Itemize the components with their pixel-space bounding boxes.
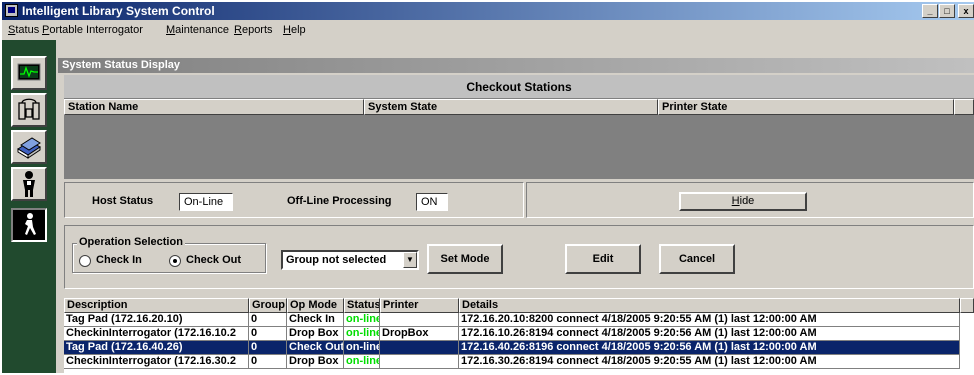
- row-details: 172.16.10.26:8194 connect 4/18/2005 9:20…: [459, 327, 960, 341]
- app-icon: [5, 4, 18, 17]
- section-title: Checkout Stations: [64, 75, 974, 99]
- row-op-mode: Check In: [287, 313, 344, 327]
- title-bar[interactable]: Intelligent Library System Control _ □ x: [2, 2, 974, 20]
- row-group: 0: [249, 355, 287, 369]
- check-out-radio[interactable]: [169, 255, 181, 267]
- row-description: CheckinInterrogator (172.16.10.2: [64, 327, 249, 341]
- row-details: 172.16.40.26:8196 connect 4/18/2005 9:20…: [459, 341, 960, 355]
- column-printer[interactable]: Printer: [380, 298, 459, 313]
- station-table[interactable]: Station Name System State Printer State: [64, 99, 974, 179]
- check-out-label[interactable]: Check Out: [186, 254, 241, 266]
- row-details: 172.16.30.26:8194 connect 4/18/2005 9:20…: [459, 355, 960, 369]
- column-status[interactable]: Status: [344, 298, 380, 313]
- row-printer: [380, 313, 459, 327]
- column-station-name[interactable]: Station Name: [64, 99, 364, 115]
- person-icon: [23, 171, 35, 197]
- host-status-field: On-Line: [179, 193, 233, 211]
- row-op-mode: Drop Box: [287, 355, 344, 369]
- offline-processing-field: ON: [416, 193, 448, 211]
- group-select-value: Group not selected: [286, 254, 387, 266]
- close-button[interactable]: x: [958, 4, 974, 18]
- row-description: CheckinInterrogator (172.16.30.2: [64, 355, 249, 369]
- walking-person-icon: [25, 213, 36, 235]
- set-mode-button[interactable]: Set Mode: [427, 244, 503, 274]
- column-filler: [954, 99, 974, 115]
- operation-panel: Operation Selection Check In Check Out G…: [64, 225, 974, 289]
- row-group: 0: [249, 313, 287, 327]
- check-in-label[interactable]: Check In: [96, 254, 142, 266]
- row-description: Tag Pad (172.16.20.10): [64, 313, 249, 327]
- menu-maintenance[interactable]: Maintenance: [166, 24, 229, 36]
- host-status-label: Host Status: [92, 195, 154, 207]
- group-select[interactable]: Group not selected ▼: [281, 250, 419, 270]
- column-description[interactable]: Description: [64, 298, 249, 313]
- column-details[interactable]: Details: [459, 298, 960, 313]
- sidebar-books-button[interactable]: [11, 130, 47, 164]
- menu-portable-interrogator[interactable]: Portable Interrogator: [42, 24, 143, 36]
- sidebar-walking-person-button[interactable]: [11, 208, 47, 242]
- column-system-state[interactable]: System State: [364, 99, 658, 115]
- hide-button[interactable]: Hide: [679, 192, 807, 211]
- device-list[interactable]: Description Group Op Mode Status Printer…: [64, 298, 974, 375]
- menu-reports[interactable]: Reports: [234, 24, 273, 36]
- window-title: Intelligent Library System Control: [22, 4, 215, 18]
- maximize-button[interactable]: □: [939, 4, 955, 18]
- sidebar: [2, 40, 56, 373]
- row-status: on-line: [344, 313, 380, 327]
- row-printer: DropBox: [380, 327, 459, 341]
- row-details: 172.16.20.10:8200 connect 4/18/2005 9:20…: [459, 313, 960, 327]
- sidebar-person-button[interactable]: [11, 167, 47, 201]
- sidebar-interrogator-button[interactable]: [11, 93, 47, 127]
- system-status-title: System Status Display: [62, 59, 180, 71]
- row-printer: [380, 341, 459, 355]
- operation-selection-label: Operation Selection: [77, 236, 185, 248]
- table-row-selected[interactable]: Tag Pad (172.16.40.26) 0 Check Out on-li…: [64, 341, 960, 355]
- books-icon: [17, 137, 41, 159]
- menu-help[interactable]: Help: [283, 24, 306, 36]
- edit-button[interactable]: Edit: [565, 244, 641, 274]
- hide-panel: Hide: [526, 182, 974, 218]
- row-status: on-line: [344, 327, 380, 341]
- sidebar-monitor-button[interactable]: [11, 56, 47, 90]
- minimize-button[interactable]: _: [922, 4, 938, 18]
- column-op-mode[interactable]: Op Mode: [287, 298, 344, 313]
- column-filler: [960, 298, 974, 313]
- chevron-down-icon[interactable]: ▼: [403, 252, 417, 268]
- row-status: on-line: [344, 355, 380, 369]
- interrogator-icon: [18, 98, 40, 120]
- table-row[interactable]: CheckinInterrogator (172.16.30.2 0 Drop …: [64, 355, 960, 369]
- cancel-button[interactable]: Cancel: [659, 244, 735, 274]
- row-group: 0: [249, 341, 287, 355]
- row-status: on-line: [344, 341, 380, 355]
- system-status-header: System Status Display: [58, 58, 974, 73]
- column-group[interactable]: Group: [249, 298, 287, 313]
- menu-bar: Status Portable Interrogator Maintenance…: [2, 20, 974, 40]
- row-op-mode: Drop Box: [287, 327, 344, 341]
- offline-processing-label: Off-Line Processing: [287, 195, 392, 207]
- monitor-icon: [17, 63, 41, 81]
- row-group: 0: [249, 327, 287, 341]
- app-window: Intelligent Library System Control _ □ x…: [2, 2, 974, 375]
- column-printer-state[interactable]: Printer State: [658, 99, 954, 115]
- check-in-radio[interactable]: [79, 255, 91, 267]
- row-description: Tag Pad (172.16.40.26): [64, 341, 249, 355]
- menu-status[interactable]: Status: [8, 24, 39, 36]
- table-row[interactable]: CheckinInterrogator (172.16.10.2 0 Drop …: [64, 327, 960, 341]
- host-status-panel: Host Status On-Line Off-Line Processing …: [64, 182, 524, 218]
- table-row[interactable]: Tag Pad (172.16.20.10) 0 Check In on-lin…: [64, 313, 960, 327]
- row-op-mode: Check Out: [287, 341, 344, 355]
- row-printer: [380, 355, 459, 369]
